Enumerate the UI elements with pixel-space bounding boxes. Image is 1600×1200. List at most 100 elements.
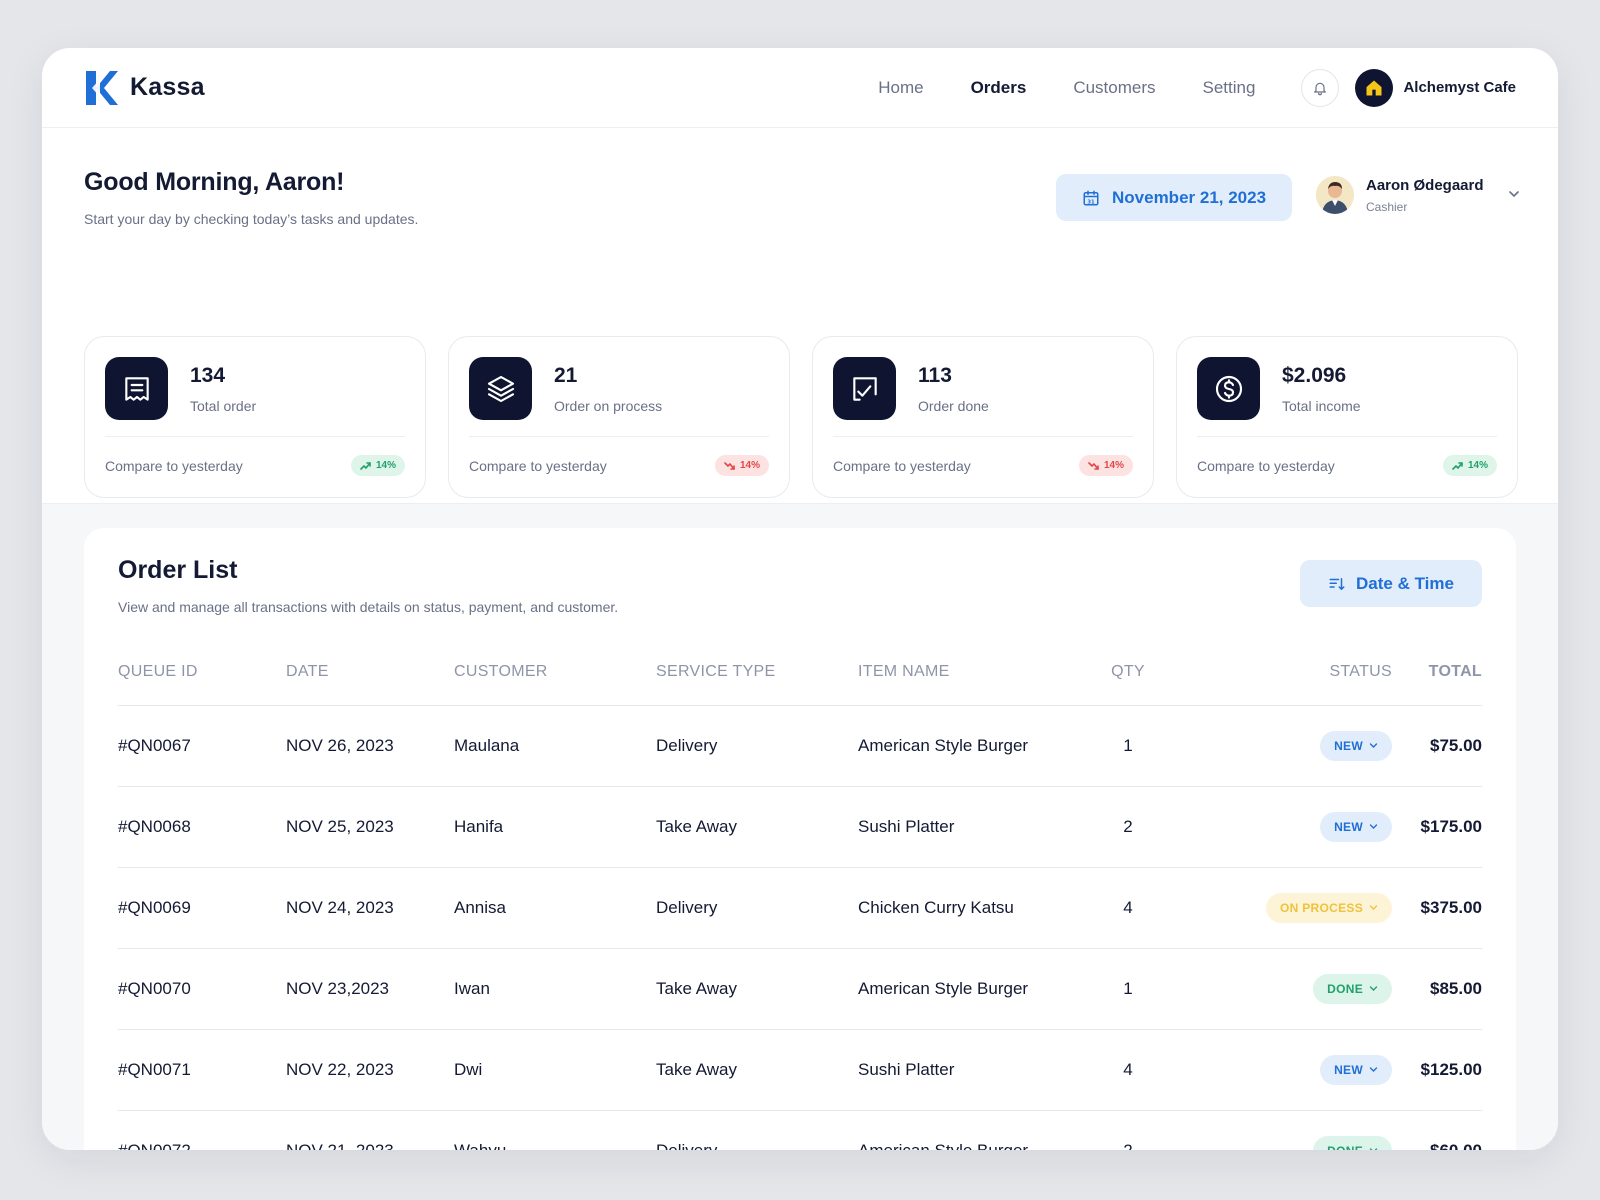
cell-date: NOV 21, 2023: [286, 1110, 454, 1150]
stat-card-total-income[interactable]: $2.096 Total income Compare to yesterday…: [1176, 336, 1518, 498]
status-dropdown[interactable]: ON PROCESS: [1265, 892, 1392, 923]
cell-service-type: Take Away: [656, 948, 858, 1030]
cell-total: $75.00: [1392, 705, 1482, 787]
table-row[interactable]: #QN0068 NOV 25, 2023 Hanifa Take Away Su…: [118, 786, 1482, 868]
status-label: NEW: [1334, 738, 1363, 753]
status-label: DONE: [1327, 981, 1363, 996]
chevron-down-icon[interactable]: [1508, 188, 1520, 200]
table-row[interactable]: #QN0067 NOV 26, 2023 Maulana Delivery Am…: [118, 705, 1482, 787]
layers-icon: [469, 357, 532, 420]
column-header-customer[interactable]: CUSTOMER: [454, 639, 656, 706]
receipt-icon: [105, 357, 168, 420]
cell-queue-id: #QN0069: [118, 867, 286, 949]
cell-service-type: Delivery: [656, 1110, 858, 1150]
cell-customer: Maulana: [454, 705, 656, 787]
cell-status: NEW: [1168, 786, 1392, 868]
table-row[interactable]: #QN0070 NOV 23,2023 Iwan Take Away Ameri…: [118, 948, 1482, 1030]
stat-card-order-done[interactable]: 113 Order done Compare to yesterday 14%: [812, 336, 1154, 498]
user-role: Cashier: [1366, 199, 1408, 214]
chevron-down-icon: [1369, 1067, 1378, 1072]
chevron-down-icon: [1369, 1148, 1378, 1150]
trend-up-icon: [1452, 461, 1463, 470]
bell-icon: [1314, 82, 1327, 95]
cell-date: NOV 24, 2023: [286, 867, 454, 949]
cell-qty: 4: [1088, 1029, 1168, 1111]
chevron-down-icon: [1369, 986, 1378, 991]
store-switcher[interactable]: Alchemyst Cafe: [1355, 68, 1516, 107]
chevron-down-icon: [1369, 905, 1378, 910]
column-header-queue-id[interactable]: QUEUE ID: [118, 639, 286, 706]
stat-compare-label: Compare to yesterday: [833, 457, 971, 474]
stat-label: Order done: [918, 397, 989, 414]
order-list-section: Order List View and manage all transacti…: [42, 504, 1558, 1150]
cell-item-name: Sushi Platter: [858, 786, 1088, 868]
cell-customer: Hanifa: [454, 786, 656, 868]
cell-status: DONE: [1168, 1110, 1392, 1150]
column-header-qty[interactable]: QTY: [1088, 639, 1168, 706]
cell-qty: 2: [1088, 786, 1168, 868]
column-header-date[interactable]: DATE: [286, 639, 454, 706]
order-list-card: Order List View and manage all transacti…: [84, 528, 1516, 1150]
store-avatar: [1355, 68, 1394, 107]
cell-total: $175.00: [1392, 786, 1482, 868]
status-dropdown[interactable]: DONE: [1313, 1135, 1392, 1150]
status-dropdown[interactable]: DONE: [1313, 973, 1392, 1004]
main-nav: Home Orders Customers Setting Alchemyst …: [831, 68, 1516, 107]
greeting-subtitle: Start your day by checking today’s tasks…: [84, 211, 419, 227]
column-header-item-name[interactable]: ITEM NAME: [858, 639, 1088, 706]
cell-date: NOV 23,2023: [286, 948, 454, 1030]
stat-card-total-order[interactable]: 134 Total order Compare to yesterday 14%: [84, 336, 426, 498]
stat-compare-label: Compare to yesterday: [469, 457, 607, 474]
stat-value: 113: [918, 363, 952, 387]
cell-qty: 1: [1088, 705, 1168, 787]
stat-card-order-on-process[interactable]: 21 Order on process Compare to yesterday…: [448, 336, 790, 498]
cell-total: $85.00: [1392, 948, 1482, 1030]
status-label: NEW: [1334, 819, 1363, 834]
dollar-circle-icon: [1197, 357, 1260, 420]
trend-badge-down: 14%: [1078, 455, 1133, 476]
trend-badge-up: 14%: [1442, 455, 1497, 476]
sort-date-time-button[interactable]: Date & Time: [1300, 560, 1482, 607]
stat-label: Order on process: [554, 397, 663, 414]
svg-text:31: 31: [1087, 199, 1095, 205]
nav-setting[interactable]: Setting: [1203, 78, 1256, 98]
nav-home[interactable]: Home: [878, 78, 923, 98]
cell-item-name: American Style Burger: [858, 948, 1088, 1030]
cell-qty: 1: [1088, 948, 1168, 1030]
column-header-service-type[interactable]: SERVICE TYPE: [656, 639, 858, 706]
table-row[interactable]: #QN0069 NOV 24, 2023 Annisa Delivery Chi…: [118, 867, 1482, 949]
trend-badge-down: 14%: [714, 455, 769, 476]
app-window: Kassa Home Orders Customers Setting Alch…: [42, 48, 1558, 1150]
cell-qty: 4: [1088, 867, 1168, 949]
date-picker-button[interactable]: 31 November 21, 2023: [1056, 174, 1292, 221]
stat-compare-label: Compare to yesterday: [105, 457, 243, 474]
table-row[interactable]: #QN0071 NOV 22, 2023 Dwi Take Away Sushi…: [118, 1029, 1482, 1111]
cell-status: NEW: [1168, 1029, 1392, 1111]
column-header-total[interactable]: TOTAL: [1392, 639, 1482, 706]
nav-orders[interactable]: Orders: [971, 78, 1027, 98]
status-dropdown[interactable]: NEW: [1320, 730, 1392, 761]
stat-value: 21: [554, 363, 578, 387]
brand[interactable]: Kassa: [84, 68, 205, 108]
trend-down-icon: [724, 461, 735, 470]
stat-value: $2.096: [1282, 363, 1347, 387]
top-navbar: Kassa Home Orders Customers Setting Alch…: [42, 48, 1558, 128]
check-square-icon: [833, 357, 896, 420]
cell-queue-id: #QN0068: [118, 786, 286, 868]
column-header-status[interactable]: STATUS: [1168, 639, 1392, 706]
notification-button[interactable]: [1301, 68, 1340, 107]
cell-date: NOV 26, 2023: [286, 705, 454, 787]
cell-customer: Iwan: [454, 948, 656, 1030]
status-dropdown[interactable]: NEW: [1320, 1054, 1392, 1085]
cell-queue-id: #QN0067: [118, 705, 286, 787]
nav-customers[interactable]: Customers: [1073, 78, 1155, 98]
status-dropdown[interactable]: NEW: [1320, 811, 1392, 842]
status-label: ON PROCESS: [1279, 900, 1363, 915]
store-name: Alchemyst Cafe: [1403, 79, 1516, 96]
stat-compare-label: Compare to yesterday: [1197, 457, 1335, 474]
brand-name: Kassa: [130, 73, 205, 101]
greeting-title: Good Morning, Aaron!: [84, 168, 345, 196]
table-row[interactable]: #QN0072 NOV 21, 2023 Wahyu Delivery Amer…: [118, 1110, 1482, 1150]
table-header-row: QUEUE ID DATE CUSTOMER SERVICE TYPE ITEM…: [118, 639, 1482, 706]
user-menu[interactable]: Aaron Ødegaard Cashier: [1316, 176, 1519, 214]
